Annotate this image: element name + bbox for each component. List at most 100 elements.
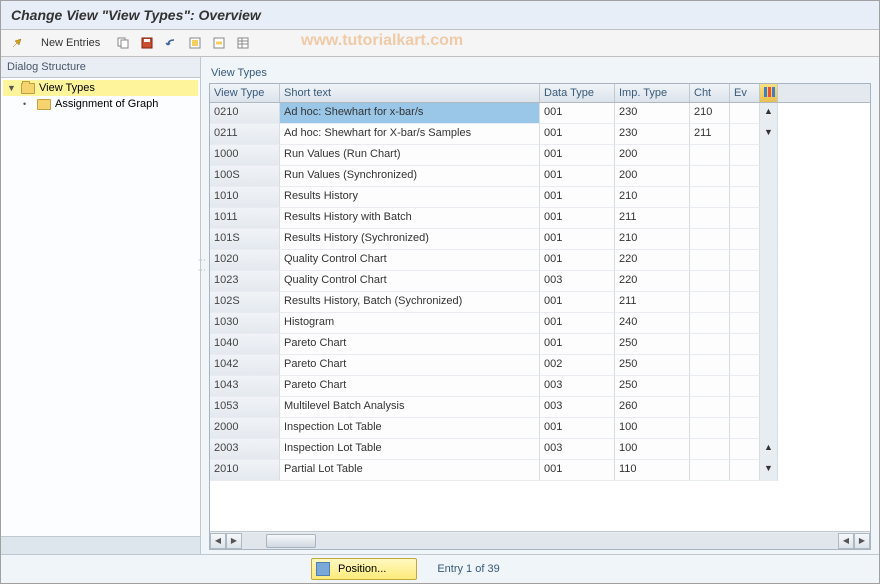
cell-cht[interactable] xyxy=(690,418,730,439)
cell-view_type[interactable]: 1040 xyxy=(210,334,280,355)
col-short-text[interactable]: Short text xyxy=(280,84,540,102)
cell-ev[interactable] xyxy=(730,103,760,124)
table-row[interactable]: 1043Pareto Chart003250 xyxy=(210,376,870,397)
cell-imp_type[interactable]: 200 xyxy=(615,166,690,187)
table-row[interactable]: 1020Quality Control Chart001220 xyxy=(210,250,870,271)
cell-data_type[interactable]: 001 xyxy=(540,187,615,208)
cell-imp_type[interactable]: 100 xyxy=(615,418,690,439)
cell-cht[interactable] xyxy=(690,145,730,166)
table-row[interactable]: 0210Ad hoc: Shewhart for x-bar/s00123021… xyxy=(210,103,870,124)
scroll-down-icon[interactable]: ▼ xyxy=(760,460,778,481)
col-view-type[interactable]: View Type xyxy=(210,84,280,102)
scroll-track[interactable] xyxy=(242,533,838,549)
cell-view_type[interactable]: 1023 xyxy=(210,271,280,292)
cell-imp_type[interactable]: 220 xyxy=(615,250,690,271)
table-view-icon[interactable] xyxy=(234,34,252,52)
position-button[interactable]: Position... xyxy=(311,558,417,580)
table-row[interactable]: 2003Inspection Lot Table003100▲ xyxy=(210,439,870,460)
cell-short_text[interactable]: Ad hoc: Shewhart for x-bar/s xyxy=(280,103,540,124)
scroll-track-cell[interactable] xyxy=(760,208,778,229)
cell-data_type[interactable]: 003 xyxy=(540,376,615,397)
scroll-track-cell[interactable] xyxy=(760,271,778,292)
cell-view_type[interactable]: 1000 xyxy=(210,145,280,166)
scroll-first-icon[interactable]: ◀ xyxy=(210,533,226,549)
select-all-icon[interactable] xyxy=(186,34,204,52)
table-row[interactable]: 0211Ad hoc: Shewhart for X-bar/s Samples… xyxy=(210,124,870,145)
cell-short_text[interactable]: Histogram xyxy=(280,313,540,334)
cell-cht[interactable] xyxy=(690,250,730,271)
cell-short_text[interactable]: Results History xyxy=(280,187,540,208)
col-cht[interactable]: Cht xyxy=(690,84,730,102)
new-entries-button[interactable]: New Entries xyxy=(33,35,108,51)
cell-short_text[interactable]: Results History (Sychronized) xyxy=(280,229,540,250)
cell-ev[interactable] xyxy=(730,334,760,355)
table-row[interactable]: 1040Pareto Chart001250 xyxy=(210,334,870,355)
cell-ev[interactable] xyxy=(730,187,760,208)
table-row[interactable]: 1011Results History with Batch001211 xyxy=(210,208,870,229)
table-row[interactable]: 1023Quality Control Chart003220 xyxy=(210,271,870,292)
scroll-track-cell[interactable] xyxy=(760,145,778,166)
cell-cht[interactable] xyxy=(690,229,730,250)
cell-ev[interactable] xyxy=(730,397,760,418)
tree-item-assignment[interactable]: • Assignment of Graph xyxy=(3,96,198,112)
cell-cht[interactable] xyxy=(690,313,730,334)
cell-short_text[interactable]: Quality Control Chart xyxy=(280,271,540,292)
scroll-down-icon[interactable]: ▼ xyxy=(760,124,778,145)
cell-ev[interactable] xyxy=(730,145,760,166)
cell-data_type[interactable]: 001 xyxy=(540,418,615,439)
cell-ev[interactable] xyxy=(730,208,760,229)
cell-view_type[interactable]: 0210 xyxy=(210,103,280,124)
cell-view_type[interactable]: 1053 xyxy=(210,397,280,418)
scroll-up-icon[interactable]: ▲ xyxy=(760,103,778,124)
cell-cht[interactable] xyxy=(690,355,730,376)
cell-data_type[interactable]: 001 xyxy=(540,166,615,187)
column-config-icon[interactable] xyxy=(760,84,778,102)
cell-imp_type[interactable]: 240 xyxy=(615,313,690,334)
undo-icon[interactable] xyxy=(162,34,180,52)
cell-data_type[interactable]: 001 xyxy=(540,145,615,166)
cell-view_type[interactable]: 2010 xyxy=(210,460,280,481)
cell-cht[interactable] xyxy=(690,460,730,481)
cell-imp_type[interactable]: 200 xyxy=(615,145,690,166)
cell-ev[interactable] xyxy=(730,124,760,145)
cell-ev[interactable] xyxy=(730,313,760,334)
cell-view_type[interactable]: 1020 xyxy=(210,250,280,271)
cell-imp_type[interactable]: 260 xyxy=(615,397,690,418)
cell-cht[interactable]: 211 xyxy=(690,124,730,145)
cell-short_text[interactable]: Inspection Lot Table xyxy=(280,439,540,460)
cell-ev[interactable] xyxy=(730,271,760,292)
cell-short_text[interactable]: Multilevel Batch Analysis xyxy=(280,397,540,418)
cell-imp_type[interactable]: 250 xyxy=(615,334,690,355)
scroll-track-cell[interactable] xyxy=(760,376,778,397)
cell-view_type[interactable]: 1010 xyxy=(210,187,280,208)
cell-imp_type[interactable]: 110 xyxy=(615,460,690,481)
cell-view_type[interactable]: 1011 xyxy=(210,208,280,229)
col-imp-type[interactable]: Imp. Type xyxy=(615,84,690,102)
cell-view_type[interactable]: 2000 xyxy=(210,418,280,439)
cell-imp_type[interactable]: 250 xyxy=(615,355,690,376)
toggle-display-icon[interactable] xyxy=(9,34,27,52)
scroll-last-icon[interactable]: ▶ xyxy=(854,533,870,549)
cell-ev[interactable] xyxy=(730,250,760,271)
scroll-track-cell[interactable] xyxy=(760,166,778,187)
cell-ev[interactable] xyxy=(730,439,760,460)
cell-ev[interactable] xyxy=(730,376,760,397)
cell-cht[interactable] xyxy=(690,397,730,418)
cell-data_type[interactable]: 001 xyxy=(540,292,615,313)
cell-cht[interactable] xyxy=(690,292,730,313)
table-row[interactable]: 1010Results History001210 xyxy=(210,187,870,208)
cell-data_type[interactable]: 003 xyxy=(540,397,615,418)
cell-imp_type[interactable]: 211 xyxy=(615,292,690,313)
scroll-track-cell[interactable] xyxy=(760,418,778,439)
cell-view_type[interactable]: 100S xyxy=(210,166,280,187)
cell-ev[interactable] xyxy=(730,355,760,376)
cell-data_type[interactable]: 003 xyxy=(540,271,615,292)
tree-item-view-types[interactable]: ▼ View Types xyxy=(3,80,198,96)
scroll-track-cell[interactable] xyxy=(760,397,778,418)
cell-short_text[interactable]: Quality Control Chart xyxy=(280,250,540,271)
cell-data_type[interactable]: 001 xyxy=(540,334,615,355)
cell-short_text[interactable]: Pareto Chart xyxy=(280,334,540,355)
copy-icon[interactable] xyxy=(114,34,132,52)
cell-data_type[interactable]: 001 xyxy=(540,250,615,271)
cell-short_text[interactable]: Results History with Batch xyxy=(280,208,540,229)
